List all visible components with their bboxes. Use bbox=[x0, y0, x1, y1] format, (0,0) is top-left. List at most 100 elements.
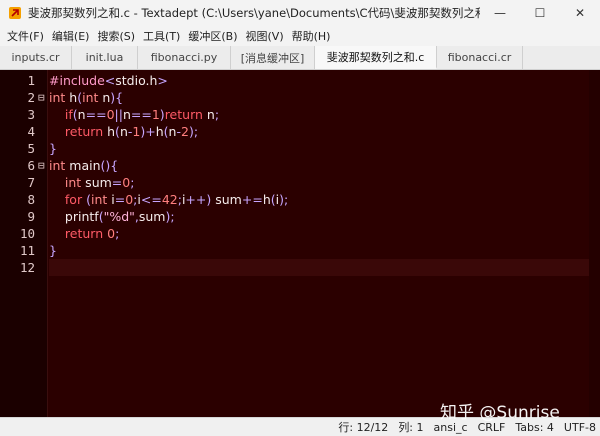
line-number: 4 bbox=[27, 124, 35, 139]
code-token: ; bbox=[170, 209, 175, 224]
code-token: main bbox=[65, 158, 101, 173]
line-number: 5 bbox=[27, 141, 35, 156]
code-token: int bbox=[90, 192, 108, 207]
code-line[interactable]: int sum=0; bbox=[49, 174, 135, 191]
watermark: 知乎 @Sunrise bbox=[440, 403, 560, 423]
line-number: 12 bbox=[19, 260, 35, 275]
code-token: stdio.h bbox=[115, 73, 158, 88]
code-token: printf bbox=[64, 209, 99, 224]
code-token: ; bbox=[214, 107, 220, 122]
code-line[interactable]: return h(n-1)+h(n-2); bbox=[49, 123, 198, 140]
code-token: return bbox=[164, 107, 203, 122]
code-token: "%d" bbox=[103, 209, 135, 224]
code-token: n bbox=[77, 107, 86, 122]
minimize-icon[interactable]: — bbox=[480, 0, 520, 26]
close-icon[interactable]: ✕ bbox=[560, 0, 600, 26]
textadept-icon bbox=[8, 6, 22, 20]
tab-fibonacci-py[interactable]: fibonacci.py bbox=[138, 46, 231, 69]
title-bar[interactable]: 斐波那契数列之和.c - Textadept (C:\Users\yane\Do… bbox=[0, 0, 600, 26]
code-editor[interactable]: 1 2 ⊟ 3 4 5 6 ⊟ 7 8 9 10 11 12 #include<stdio.h> int h… bbox=[0, 70, 600, 417]
code-line[interactable]: printf("%d",sum); bbox=[49, 208, 175, 225]
code-token: } bbox=[49, 243, 57, 258]
code-token: n bbox=[119, 124, 128, 139]
code-token: for bbox=[64, 192, 83, 207]
code-token: sum bbox=[81, 175, 112, 190]
code-token: < bbox=[104, 73, 116, 88]
code-token: 0 bbox=[106, 107, 115, 122]
tab-fibonacci-cr[interactable]: fibonacci.cr bbox=[437, 46, 523, 69]
code-line[interactable]: int main(){ bbox=[49, 157, 118, 174]
status-column: 列: 1 bbox=[398, 421, 424, 434]
code-token: == bbox=[85, 107, 107, 122]
tab-init-lua[interactable]: init.lua bbox=[72, 46, 138, 69]
line-number: 2 bbox=[27, 90, 35, 105]
vertical-scrollbar[interactable] bbox=[589, 70, 600, 417]
menu-search[interactable]: 搜索(S) bbox=[93, 28, 139, 44]
fold-marker-icon[interactable]: ⊟ bbox=[38, 89, 45, 106]
code-token: return bbox=[64, 124, 104, 139]
status-encoding[interactable]: UTF-8 bbox=[564, 421, 596, 434]
code-token: (){ bbox=[100, 158, 119, 173]
code-token: sum bbox=[138, 209, 166, 224]
fold-marker-icon[interactable]: ⊟ bbox=[38, 157, 45, 174]
code-token: ++ bbox=[185, 192, 207, 207]
code-token: ; bbox=[284, 192, 289, 207]
code-token: 1 bbox=[151, 107, 160, 122]
code-text-area[interactable]: #include<stdio.h> int h(int n){ if(n==0||… bbox=[49, 70, 600, 417]
code-line[interactable]: int h(int n){ bbox=[49, 89, 123, 106]
line-number: 6 bbox=[27, 158, 35, 173]
code-token: int bbox=[64, 175, 82, 190]
tab-fibonacci-sum-c[interactable]: 斐波那契数列之和.c bbox=[315, 46, 437, 69]
menu-file[interactable]: 文件(F) bbox=[3, 28, 48, 44]
code-token: int bbox=[49, 90, 66, 105]
code-line[interactable]: #include<stdio.h> bbox=[49, 72, 168, 89]
code-token: += bbox=[241, 192, 263, 207]
menu-help[interactable]: 帮助(H) bbox=[288, 28, 335, 44]
status-line: 行: 12/12 bbox=[338, 421, 389, 434]
code-token: == bbox=[130, 107, 152, 122]
line-number: 10 bbox=[19, 226, 35, 241]
line-number: 1 bbox=[27, 73, 35, 88]
line-number: 11 bbox=[19, 243, 35, 258]
menu-edit[interactable]: 编辑(E) bbox=[48, 28, 94, 44]
menu-view[interactable]: 视图(V) bbox=[242, 28, 288, 44]
menu-buffer[interactable]: 缓冲区(B) bbox=[184, 28, 241, 44]
code-token: || bbox=[114, 107, 123, 122]
code-line[interactable]: } bbox=[49, 140, 57, 157]
code-token: return bbox=[64, 226, 104, 241]
code-token: int bbox=[49, 158, 66, 173]
menu-tools[interactable]: 工具(T) bbox=[139, 28, 184, 44]
code-line[interactable]: if(n==0||n==1)return n; bbox=[49, 106, 219, 123]
maximize-icon[interactable]: ☐ bbox=[520, 0, 560, 26]
code-token: h bbox=[103, 124, 116, 139]
code-token: ){ bbox=[110, 90, 124, 105]
code-token: if bbox=[64, 107, 73, 122]
code-token: h bbox=[65, 90, 78, 105]
code-token: ; bbox=[115, 226, 120, 241]
tab-bar: inputs.cr init.lua fibonacci.py [消息缓冲区] … bbox=[0, 46, 600, 70]
code-token: 0 bbox=[125, 192, 134, 207]
code-line[interactable]: } bbox=[49, 242, 57, 259]
line-number: 8 bbox=[27, 192, 35, 207]
code-token: 42 bbox=[161, 192, 178, 207]
code-token: ; bbox=[193, 124, 199, 139]
line-number: 7 bbox=[27, 175, 35, 190]
code-token: h bbox=[155, 124, 164, 139]
tab-message-buffer[interactable]: [消息缓冲区] bbox=[231, 46, 315, 69]
code-token: = bbox=[114, 192, 126, 207]
line-number: 3 bbox=[27, 107, 35, 122]
code-line[interactable]: return 0; bbox=[49, 225, 119, 242]
code-token: + bbox=[145, 124, 156, 139]
code-token: ; bbox=[130, 175, 135, 190]
code-token: } bbox=[49, 141, 57, 156]
line-number-gutter[interactable]: 1 2 ⊟ 3 4 5 6 ⊟ 7 8 9 10 11 12 bbox=[0, 70, 48, 417]
menu-bar: 文件(F) 编辑(E) 搜索(S) 工具(T) 缓冲区(B) 视图(V) 帮助(… bbox=[0, 26, 600, 46]
tab-inputs-cr[interactable]: inputs.cr bbox=[0, 46, 72, 69]
code-line[interactable]: for (int i=0;i<=42;i++) sum+=h(i); bbox=[49, 191, 288, 208]
code-token: n bbox=[98, 90, 111, 105]
